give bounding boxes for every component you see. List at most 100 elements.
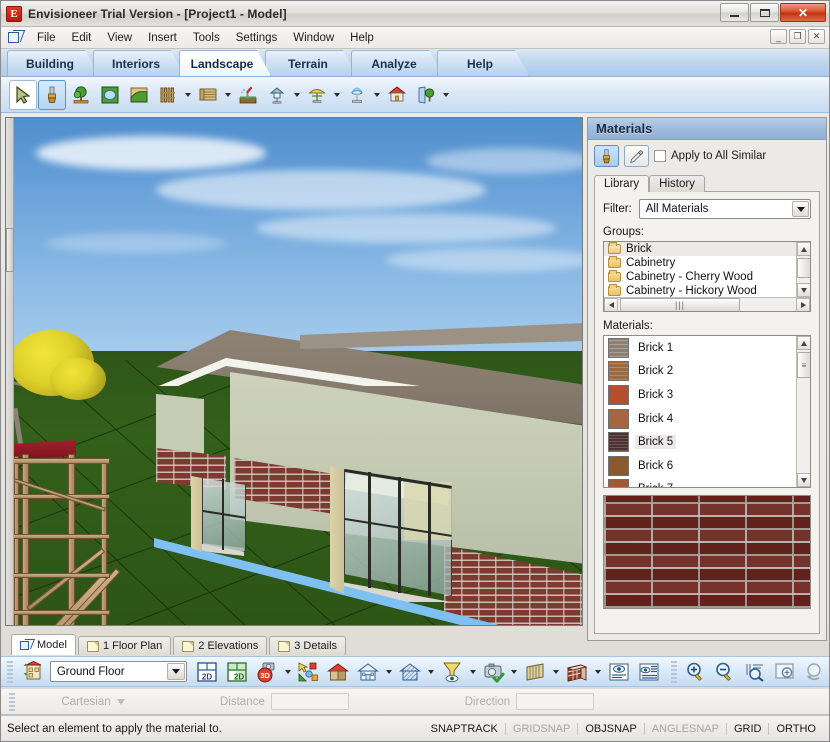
scroll-up-arrow-icon[interactable]	[797, 242, 810, 256]
select-arrow-tool[interactable]	[9, 79, 37, 110]
scroll-right-arrow-icon[interactable]	[796, 298, 810, 311]
display-filter-button[interactable]	[438, 657, 466, 687]
list-item[interactable]: Brick 1	[604, 336, 796, 360]
menu-window[interactable]: Window	[285, 30, 342, 46]
zoom-in-button[interactable]	[682, 657, 710, 687]
groups-horizontal-scrollbar[interactable]: |||	[604, 297, 810, 311]
filter-combobox[interactable]: All Materials	[638, 199, 811, 219]
list-item[interactable]: Cabinetry	[604, 256, 796, 270]
fountain-tool-dropdown[interactable]	[372, 80, 382, 110]
view-2d-button[interactable]: 2D	[193, 657, 221, 687]
groups-hscroll-thumb[interactable]: |||	[620, 298, 740, 311]
list-item[interactable]: Brick 5	[604, 430, 796, 454]
menu-help[interactable]: Help	[342, 30, 382, 46]
scroll-left-arrow-icon[interactable]	[604, 298, 618, 311]
checkbox-box[interactable]	[654, 150, 666, 162]
distance-input[interactable]	[270, 693, 349, 710]
materials-vertical-scrollbar[interactable]: ≡	[796, 336, 810, 487]
status-flag-snaptrack[interactable]: SNAPTRACK	[424, 722, 506, 735]
groups-vertical-scrollbar[interactable]	[796, 242, 810, 297]
mdi-close-button[interactable]: ✕	[808, 29, 825, 44]
maximize-button[interactable]	[750, 3, 779, 22]
view-3d-button[interactable]: 3D	[253, 657, 281, 687]
list-item[interactable]: Brick 4	[604, 407, 796, 431]
status-flag-ortho[interactable]: ORTHO	[769, 723, 823, 735]
landscape-library-tool[interactable]	[412, 80, 440, 110]
fence-tool-dropdown[interactable]	[183, 80, 193, 110]
fence-tool[interactable]	[154, 80, 182, 110]
display-filter-dropdown[interactable]	[468, 657, 478, 687]
zoom-group-grip[interactable]	[670, 660, 677, 683]
wireframe-view-dropdown[interactable]	[384, 657, 394, 687]
coordinate-mode-dropdown[interactable]: Cartesian	[18, 696, 168, 708]
view-2d-color-button[interactable]: 2D	[223, 657, 251, 687]
hidden-line-view-dropdown[interactable]	[426, 657, 436, 687]
show-labels-button[interactable]	[605, 657, 633, 687]
list-item[interactable]: Brick 6	[604, 454, 796, 478]
menu-edit[interactable]: Edit	[64, 30, 100, 46]
material-display-dropdown[interactable]	[593, 657, 603, 687]
section-cut-button[interactable]	[521, 657, 549, 687]
pick-material-eyedropper-button[interactable]	[624, 145, 649, 167]
groups-listbox[interactable]: Brick Cabinetry Cabinetry - Cherry Wood	[603, 241, 811, 312]
scroll-down-arrow-icon[interactable]	[797, 283, 810, 297]
menu-view[interactable]: View	[99, 30, 140, 46]
menu-settings[interactable]: Settings	[228, 30, 286, 46]
scroll-up-arrow-icon[interactable]	[797, 336, 810, 350]
paintbrush-material-tool[interactable]	[38, 79, 66, 110]
status-flag-objsnap[interactable]: OBJSNAP	[578, 722, 645, 735]
hidden-line-view-button[interactable]	[396, 657, 424, 687]
viewport-scroll-thumb[interactable]	[6, 228, 14, 272]
zoom-extents-button[interactable]	[771, 657, 799, 687]
list-item[interactable]: Cabinetry - Cherry Wood	[604, 270, 796, 284]
terrain-contour-tool[interactable]	[125, 80, 153, 110]
sprinkler-tool[interactable]	[234, 80, 262, 110]
groups-scroll-thumb[interactable]	[797, 258, 810, 278]
deck-tool-dropdown[interactable]	[223, 80, 233, 110]
tab-landscape[interactable]: Landscape	[179, 50, 271, 76]
menu-file[interactable]: File	[29, 30, 64, 46]
landscape-library-tool-dropdown[interactable]	[441, 80, 451, 110]
filter-dropdown-arrow[interactable]	[792, 201, 809, 217]
coord-bar-grip[interactable]	[9, 692, 15, 711]
status-flag-gridsnap[interactable]: GRIDSNAP	[506, 722, 579, 735]
gazebo-tool[interactable]	[383, 80, 411, 110]
materials-listbox[interactable]: Brick 1 Brick 2 Brick 3 Brick 4 Brick 5 …	[603, 335, 811, 488]
viewport-tab-details[interactable]: 3 Details	[269, 636, 347, 655]
menu-insert[interactable]: Insert	[140, 30, 185, 46]
building-levels-icon[interactable]	[18, 657, 46, 687]
model-viewport[interactable]	[5, 117, 583, 626]
patio-umbrella-tool-dropdown[interactable]	[332, 80, 342, 110]
tab-terrain[interactable]: Terrain	[265, 50, 357, 76]
toolbar-grip[interactable]	[7, 660, 13, 683]
viewport-vertical-scrollbar[interactable]	[6, 118, 14, 625]
lamp-post-tool[interactable]	[263, 80, 291, 110]
tab-building[interactable]: Building	[7, 50, 99, 76]
materials-scroll-thumb[interactable]: ≡	[797, 352, 810, 378]
rendered-view-button[interactable]	[324, 657, 352, 687]
list-item[interactable]: Brick 7	[604, 478, 796, 487]
viewport-tab-elevations[interactable]: 2 Elevations	[173, 636, 268, 655]
minimize-button[interactable]	[720, 3, 749, 22]
tab-history[interactable]: History	[649, 175, 705, 192]
apply-to-all-similar-checkbox[interactable]: Apply to All Similar	[654, 150, 766, 162]
status-flag-grid[interactable]: GRID	[727, 722, 770, 735]
direction-input[interactable]	[516, 693, 595, 710]
tree-tool[interactable]	[67, 80, 95, 110]
view-3d-dropdown[interactable]	[283, 657, 293, 687]
menu-tools[interactable]: Tools	[185, 30, 228, 46]
deck-tool[interactable]	[194, 80, 222, 110]
zoom-window-button[interactable]	[741, 657, 769, 687]
material-display-button[interactable]	[563, 657, 591, 687]
list-item[interactable]: Brick	[604, 242, 796, 256]
status-flag-anglesnap[interactable]: ANGLESNAP	[645, 722, 727, 735]
floor-selector-combobox[interactable]: Ground Floor	[49, 661, 188, 682]
mdi-minimize-button[interactable]: _	[770, 29, 787, 44]
close-button[interactable]: ✕	[780, 3, 826, 22]
tab-library[interactable]: Library	[594, 175, 650, 192]
patio-umbrella-tool[interactable]	[303, 80, 331, 110]
lamp-post-tool-dropdown[interactable]	[292, 80, 302, 110]
scroll-down-arrow-icon[interactable]	[797, 473, 810, 487]
viewport-tab-floor-plan[interactable]: 1 Floor Plan	[77, 636, 172, 655]
zoom-previous-button[interactable]	[801, 657, 829, 687]
